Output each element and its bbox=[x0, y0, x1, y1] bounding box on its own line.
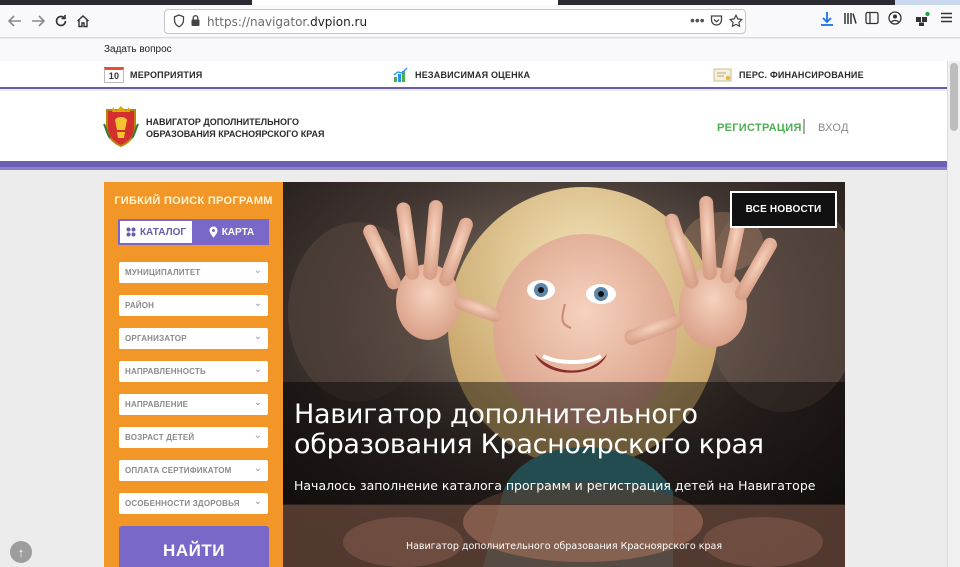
reload-icon[interactable] bbox=[50, 10, 72, 32]
home-icon[interactable] bbox=[72, 10, 94, 32]
next-slide-caption[interactable]: Навигатор дополнительного образования Кр… bbox=[283, 541, 845, 552]
browser-toolbar: https://navigator.dvpion.ru ••• bbox=[0, 5, 960, 38]
hero-subtitle[interactable]: Началось заполнение каталога программ и … bbox=[294, 478, 815, 493]
chevron-down-icon: ⌄ bbox=[253, 397, 262, 408]
nav-events[interactable]: 10 МЕРОПРИЯТИЯ bbox=[104, 65, 202, 85]
sidebar-icon[interactable] bbox=[865, 11, 879, 28]
search-panel-title: ГИБКИЙ ПОИСК ПРОГРАММ bbox=[114, 195, 273, 207]
header-accent-bar bbox=[0, 161, 947, 170]
forward-icon[interactable] bbox=[27, 10, 49, 32]
coat-of-arms-icon[interactable] bbox=[103, 104, 139, 148]
chevron-down-icon: ⌄ bbox=[253, 265, 262, 276]
filter-direction[interactable]: НАПРАВЛЕНИЕ ⌄ bbox=[119, 394, 268, 415]
nav-independent-assessment[interactable]: НЕЗАВИСИМАЯ ОЦЕНКА bbox=[393, 65, 530, 85]
account-icon[interactable] bbox=[888, 11, 902, 28]
page: 10 МЕРОПРИЯТИЯ НЕЗАВИСИМАЯ ОЦЕНКА ПЕРС. … bbox=[0, 61, 947, 567]
filter-label: НАПРАВЛЕННОСТЬ bbox=[125, 367, 206, 376]
more-icon[interactable]: ••• bbox=[690, 12, 705, 28]
url-prefix: https://navigator. bbox=[207, 15, 311, 29]
calendar-icon: 10 bbox=[104, 67, 124, 83]
page-scrollbar[interactable] bbox=[947, 61, 960, 567]
certificate-icon bbox=[713, 67, 733, 83]
url-text[interactable]: https://navigator.dvpion.ru bbox=[207, 15, 367, 29]
filter-district[interactable]: РАЙОН ⌄ bbox=[119, 295, 268, 316]
nav-independent-assessment-label: НЕЗАВИСИМАЯ ОЦЕНКА bbox=[415, 70, 531, 80]
chevron-down-icon: ⌄ bbox=[253, 364, 262, 375]
all-news-button[interactable]: ВСЕ НОВОСТИ bbox=[730, 191, 837, 228]
map-view-button[interactable]: КАРТА bbox=[194, 219, 269, 245]
site-header: НАВИГАТОР ДОПОЛНИТЕЛЬНОГО ОБРАЗОВАНИЯ КР… bbox=[0, 91, 947, 161]
register-link[interactable]: РЕГИСТРАЦИЯ bbox=[717, 122, 802, 134]
program-search-panel: ГИБКИЙ ПОИСК ПРОГРАММ КАТАЛОГ КАРТА МУНИ… bbox=[104, 182, 283, 567]
filter-focus[interactable]: НАПРАВЛЕННОСТЬ ⌄ bbox=[119, 361, 268, 382]
lock-icon[interactable] bbox=[190, 14, 201, 30]
nav-personal-financing-label: ПЕРС. ФИНАНСИРОВАНИЕ bbox=[739, 70, 864, 80]
extensions-icon[interactable] bbox=[915, 11, 931, 30]
site-logo-text[interactable]: НАВИГАТОР ДОПОЛНИТЕЛЬНОГО ОБРАЗОВАНИЯ КР… bbox=[146, 116, 326, 140]
pocket-icon[interactable] bbox=[710, 14, 723, 30]
chevron-down-icon: ⌄ bbox=[253, 331, 262, 342]
find-button[interactable]: НАЙТИ bbox=[119, 526, 269, 567]
grid-icon bbox=[126, 227, 136, 237]
bookmark-ask-question[interactable]: Задать вопрос bbox=[104, 44, 172, 55]
bookmarks-bar: Задать вопрос bbox=[0, 39, 960, 61]
filter-label: ОПЛАТА СЕРТИФИКАТОМ bbox=[125, 466, 232, 475]
map-view-label: КАРТА bbox=[221, 226, 255, 238]
logo-line-2: ОБРАЗОВАНИЯ КРАСНОЯРСКОГО КРАЯ bbox=[146, 129, 325, 139]
back-icon[interactable] bbox=[4, 10, 26, 32]
address-bar[interactable]: https://navigator.dvpion.ru ••• bbox=[164, 9, 746, 34]
chart-icon bbox=[393, 67, 409, 83]
calendar-day: 10 bbox=[104, 67, 124, 83]
hero-slider[interactable]: ВСЕ НОВОСТИ Навигатор дополнительного об… bbox=[283, 182, 845, 567]
catalog-view-label: КАТАЛОГ bbox=[139, 226, 187, 238]
nav-events-label: МЕРОПРИЯТИЯ bbox=[130, 70, 203, 80]
filter-label: НАПРАВЛЕНИЕ bbox=[125, 400, 189, 409]
filter-organizer[interactable]: ОРГАНИЗАТОР ⌄ bbox=[119, 328, 268, 349]
library-icon[interactable] bbox=[843, 11, 858, 29]
header-divider bbox=[803, 119, 805, 134]
filter-label: ВОЗРАСТ ДЕТЕЙ bbox=[125, 433, 195, 442]
filter-certificate-payment[interactable]: ОПЛАТА СЕРТИФИКАТОМ ⌄ bbox=[119, 460, 268, 481]
arrow-up-icon[interactable]: ↑ bbox=[10, 541, 32, 563]
hero-title[interactable]: Навигатор дополнительного образования Кр… bbox=[294, 400, 839, 460]
filter-health-features[interactable]: ОСОБЕННОСТИ ЗДОРОВЬЯ ⌄ bbox=[119, 493, 268, 514]
filter-label: ОРГАНИЗАТОР bbox=[125, 334, 187, 343]
nav-personal-financing[interactable]: ПЕРС. ФИНАНСИРОВАНИЕ bbox=[713, 65, 864, 85]
filter-child-age[interactable]: ВОЗРАСТ ДЕТЕЙ ⌄ bbox=[119, 427, 268, 448]
hero-photo bbox=[283, 182, 845, 567]
login-link[interactable]: ВХОД bbox=[818, 122, 849, 134]
menu-icon[interactable] bbox=[940, 11, 953, 27]
chevron-down-icon: ⌄ bbox=[253, 463, 262, 474]
scrollbar-thumb[interactable] bbox=[950, 63, 958, 131]
chevron-down-icon: ⌄ bbox=[253, 298, 262, 309]
shield-icon[interactable] bbox=[173, 14, 185, 31]
url-host: dvpion.ru bbox=[310, 15, 368, 29]
filter-label: ОСОБЕННОСТИ ЗДОРОВЬЯ bbox=[125, 499, 240, 508]
filter-municipality[interactable]: МУНИЦИПАЛИТЕТ ⌄ bbox=[119, 262, 268, 283]
catalog-view-button[interactable]: КАТАЛОГ bbox=[118, 219, 194, 245]
logo-line-1: НАВИГАТОР ДОПОЛНИТЕЛЬНОГО bbox=[146, 117, 300, 127]
top-navigation: 10 МЕРОПРИЯТИЯ НЕЗАВИСИМАЯ ОЦЕНКА ПЕРС. … bbox=[0, 61, 947, 89]
chevron-down-icon: ⌄ bbox=[253, 496, 262, 507]
view-toggle: КАТАЛОГ КАРТА bbox=[118, 219, 269, 245]
chevron-down-icon: ⌄ bbox=[253, 430, 262, 441]
filter-label: РАЙОН bbox=[125, 301, 155, 310]
filter-label: МУНИЦИПАЛИТЕТ bbox=[125, 268, 201, 277]
map-pin-icon bbox=[209, 226, 218, 238]
download-icon[interactable] bbox=[820, 11, 834, 30]
star-icon[interactable] bbox=[728, 13, 744, 31]
